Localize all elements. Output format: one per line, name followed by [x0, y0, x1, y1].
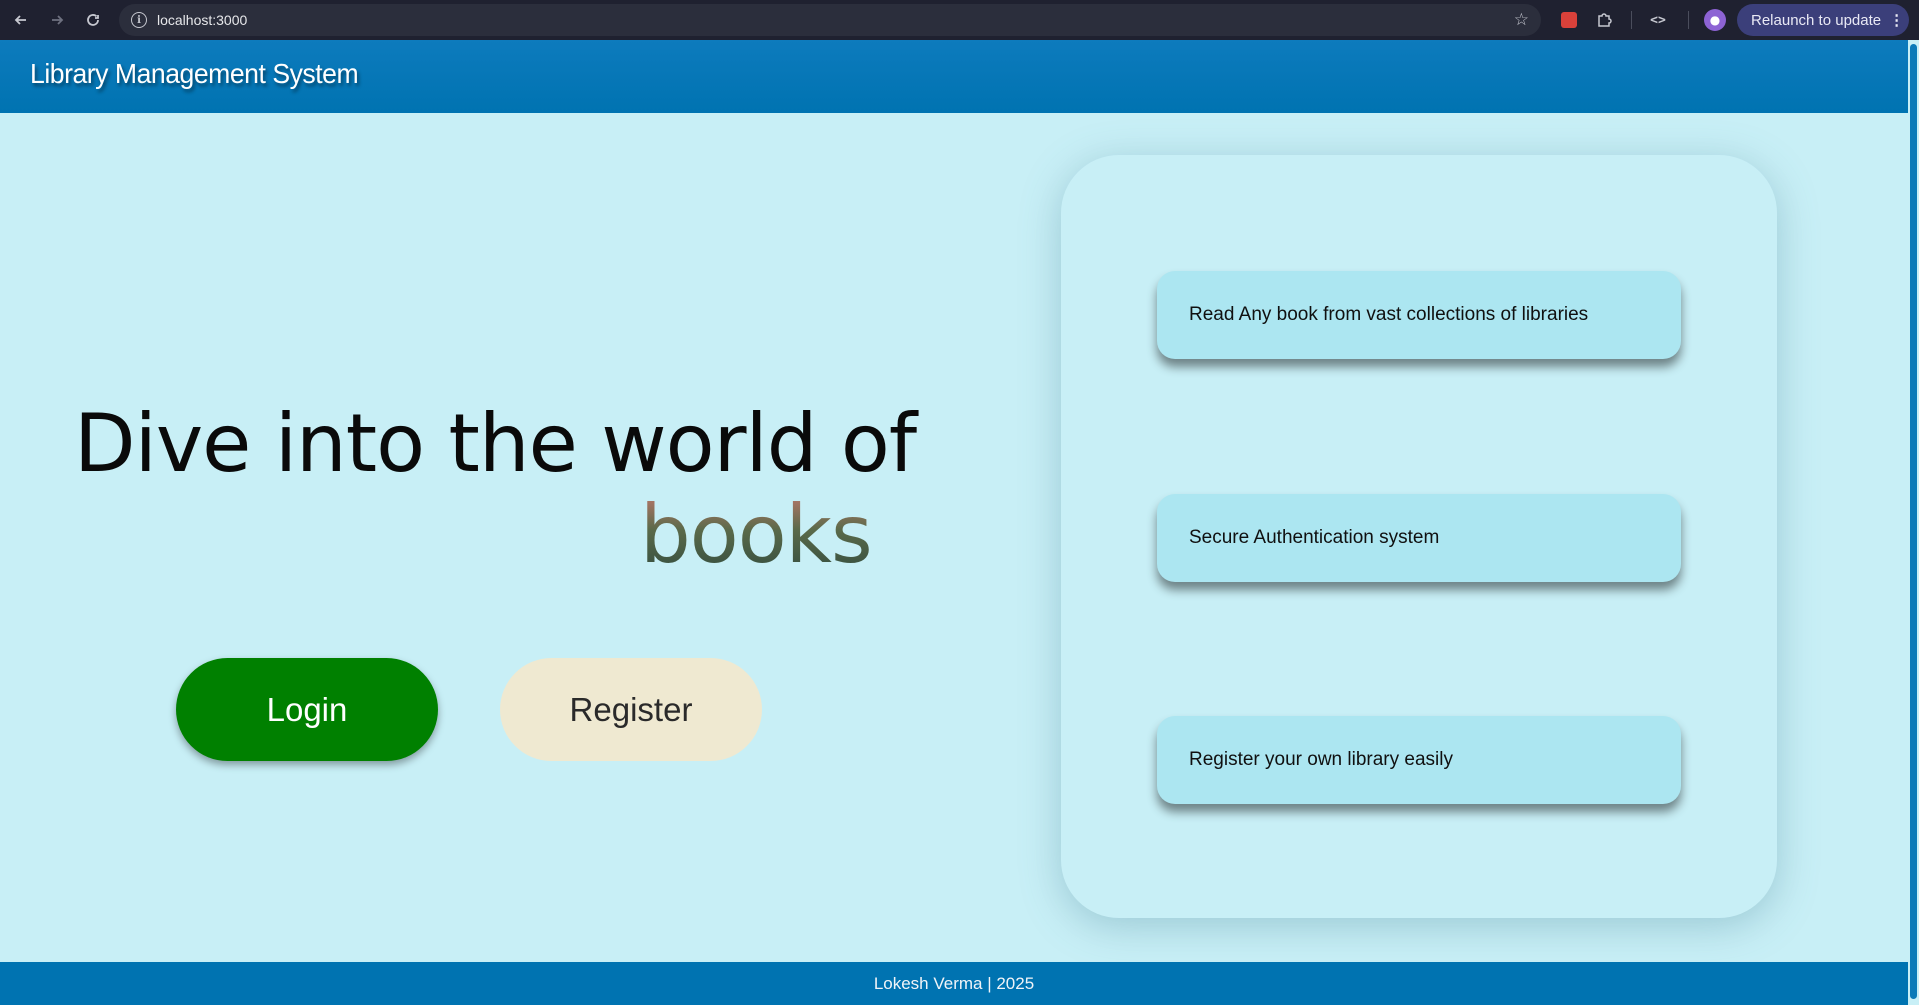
- app-title: Library Management System: [30, 58, 359, 89]
- site-info-icon[interactable]: i: [131, 12, 147, 28]
- toolbar-divider: [1631, 11, 1632, 29]
- login-button[interactable]: Login: [176, 658, 438, 761]
- page-scrollbar[interactable]: [1908, 40, 1919, 1005]
- url-text: localhost:3000: [157, 12, 248, 28]
- more-menu-icon[interactable]: ⋮: [1889, 11, 1904, 29]
- feature-item: Read Any book from vast collections of l…: [1157, 271, 1681, 359]
- scrollbar-thumb[interactable]: [1910, 44, 1917, 999]
- browser-toolbar: i localhost:3000 ☆ <> ● Relaunch to upda…: [0, 0, 1919, 40]
- back-icon[interactable]: [3, 0, 39, 40]
- devtools-code-icon[interactable]: <>: [1646, 8, 1670, 32]
- footer-text: Lokesh Verma | 2025: [873, 973, 1035, 993]
- toolbar-divider: [1688, 11, 1689, 29]
- feature-item: Secure Authentication system: [1157, 494, 1681, 582]
- profile-avatar[interactable]: ●: [1704, 9, 1726, 31]
- feature-item: Register your own library easily: [1157, 716, 1681, 804]
- hero-heading-highlight: books: [640, 488, 873, 581]
- register-button[interactable]: Register: [500, 658, 762, 761]
- bookmark-star-icon[interactable]: ☆: [1514, 10, 1529, 30]
- app-header: Library Management System: [0, 40, 1908, 113]
- hero-heading: Dive into the world of: [74, 397, 917, 490]
- forward-icon[interactable]: [39, 0, 75, 40]
- features-card: Read Any book from vast collections of l…: [1061, 155, 1777, 918]
- relaunch-button[interactable]: Relaunch to update ⋮: [1737, 4, 1909, 36]
- app-footer: Lokesh Verma | 2025: [0, 962, 1908, 1005]
- reload-icon[interactable]: [75, 0, 111, 40]
- relaunch-label: Relaunch to update: [1751, 11, 1882, 29]
- extensions-puzzle-icon[interactable]: [1592, 8, 1616, 32]
- extension-icon[interactable]: [1557, 8, 1581, 32]
- address-bar[interactable]: i localhost:3000 ☆: [119, 4, 1541, 36]
